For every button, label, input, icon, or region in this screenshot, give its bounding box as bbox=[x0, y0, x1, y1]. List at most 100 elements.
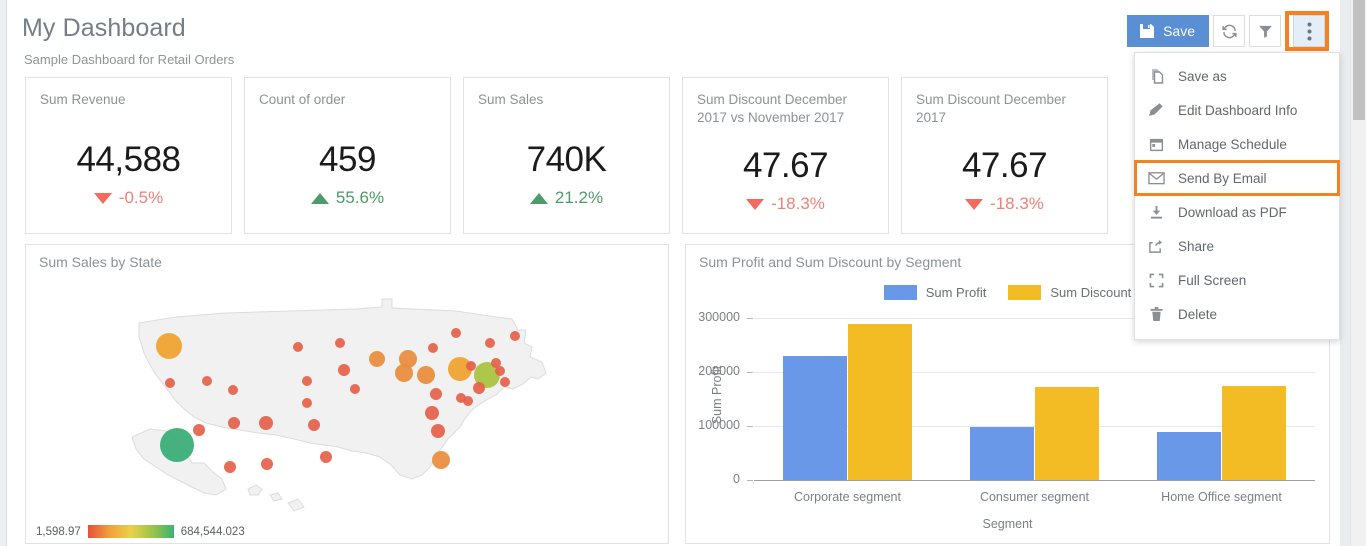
page-title: My Dashboard bbox=[22, 14, 186, 42]
kpi-title: Sum Discount December 2017 vs November 2… bbox=[697, 92, 848, 125]
trash-icon bbox=[1147, 306, 1165, 322]
menu-item-full-screen[interactable]: Full Screen bbox=[1135, 263, 1339, 297]
x-tick-label: Home Office segment bbox=[1161, 490, 1282, 504]
kpi-value: 47.67 bbox=[961, 146, 1048, 185]
kpi-title: Sum Sales bbox=[478, 92, 544, 107]
y-tickmark bbox=[747, 317, 753, 319]
kpi-delta: -18.3% bbox=[683, 194, 888, 214]
menu-item-download-as-pdf[interactable]: Download as PDF bbox=[1135, 195, 1339, 229]
menu-item-edit-dashboard-info[interactable]: Edit Dashboard Info bbox=[1135, 93, 1339, 127]
legend-max-value: 684,544.023 bbox=[180, 525, 245, 538]
legend-gradient-bar bbox=[87, 525, 174, 538]
kpi-title: Count of order bbox=[259, 92, 346, 107]
map-color-legend: 1,598.97 684,544.023 bbox=[36, 525, 245, 538]
kpi-value: 740K bbox=[526, 140, 607, 179]
bar-sum-discount-consumer-segment[interactable] bbox=[1034, 387, 1099, 480]
calendar-icon bbox=[1147, 137, 1165, 152]
kpi-delta-label: 55.6% bbox=[335, 188, 385, 207]
kpi-card-sum-revenue[interactable]: Sum Revenue 44,588 -0.5% bbox=[25, 77, 232, 234]
arrow-down-icon bbox=[93, 192, 112, 204]
menu-item-label: Download as PDF bbox=[1178, 204, 1287, 220]
page-subtitle: Sample Dashboard for Retail Orders bbox=[24, 52, 235, 67]
envelope-icon bbox=[1147, 171, 1165, 185]
kpi-value: 44,588 bbox=[76, 140, 181, 179]
menu-item-label: Edit Dashboard Info bbox=[1178, 102, 1298, 118]
kpi-card-sum-discount-dec-2017[interactable]: Sum Discount December 2017 47.67 -18.3% bbox=[901, 77, 1108, 234]
menu-item-label: Share bbox=[1178, 238, 1215, 254]
y-tick-label: 200000 bbox=[698, 363, 740, 378]
copy-page-icon bbox=[1147, 68, 1165, 84]
refresh-icon bbox=[1221, 23, 1238, 40]
fullscreen-icon bbox=[1147, 273, 1165, 288]
x-axis-line bbox=[754, 480, 1315, 481]
vertical-scrollbar[interactable] bbox=[1350, 0, 1366, 546]
menu-item-label: Send By Email bbox=[1178, 170, 1267, 186]
y-tick-label: 0 bbox=[733, 472, 740, 486]
save-button[interactable]: Save bbox=[1127, 15, 1209, 47]
download-icon bbox=[1147, 205, 1165, 220]
bar-sum-discount-home-office-segment[interactable] bbox=[1221, 386, 1286, 480]
scroll-gutter bbox=[1340, 0, 1350, 546]
kpi-value: 47.67 bbox=[742, 146, 829, 185]
menu-item-label: Delete bbox=[1178, 306, 1218, 322]
y-tickmark bbox=[747, 425, 753, 427]
kpi-delta-label: 21.2% bbox=[554, 188, 604, 207]
kpi-card-row: Sum Revenue 44,588 -0.5% Count of order … bbox=[25, 77, 1108, 234]
scrollbar-thumb[interactable] bbox=[1353, 0, 1365, 120]
menu-item-manage-schedule[interactable]: Manage Schedule bbox=[1135, 127, 1339, 161]
arrow-up-icon bbox=[529, 192, 548, 204]
refresh-button[interactable] bbox=[1213, 15, 1245, 47]
more-options-highlight bbox=[1285, 11, 1329, 51]
kpi-card-sum-sales[interactable]: Sum Sales 740K 21.2% bbox=[463, 77, 670, 234]
share-icon bbox=[1147, 239, 1165, 254]
x-tick-label: Corporate segment bbox=[793, 490, 901, 504]
kpi-value: 459 bbox=[319, 140, 376, 179]
kpi-title: Sum Discount December 2017 bbox=[916, 92, 1067, 125]
pencil-icon bbox=[1147, 102, 1165, 118]
save-button-label: Save bbox=[1163, 23, 1195, 39]
left-gutter bbox=[0, 0, 7, 546]
us-map-outline bbox=[131, 298, 547, 512]
y-tick-label: 300000 bbox=[698, 309, 740, 324]
map-panel[interactable]: Sum Sales by State 1,598.97 684,544.023 bbox=[25, 244, 669, 544]
kpi-delta: 55.6% bbox=[245, 188, 450, 208]
legend-min-value: 1,598.97 bbox=[36, 525, 81, 538]
bar-sum-profit-home-office-segment[interactable] bbox=[1156, 432, 1222, 480]
menu-item-share[interactable]: Share bbox=[1135, 229, 1339, 263]
arrow-down-icon bbox=[965, 198, 984, 210]
arrow-down-icon bbox=[746, 198, 765, 210]
kpi-title: Sum Revenue bbox=[40, 92, 126, 107]
y-tick-label: 100000 bbox=[698, 417, 740, 432]
dashboard-page: My Dashboard Sample Dashboard for Retail… bbox=[0, 0, 1366, 546]
kpi-delta: -0.5% bbox=[26, 188, 231, 208]
more-options-button[interactable] bbox=[1293, 15, 1325, 47]
dashboard-toolbar: Save bbox=[1127, 11, 1329, 51]
kpi-card-sum-discount-dec-vs-nov[interactable]: Sum Discount December 2017 vs November 2… bbox=[682, 77, 889, 234]
bar-sum-profit-consumer-segment[interactable] bbox=[969, 427, 1035, 480]
kpi-delta-label: -18.3% bbox=[771, 194, 825, 213]
dashboard-options-menu: Save as Edit Dashboard Info Manage Sched… bbox=[1134, 52, 1340, 340]
vertical-dots-icon bbox=[1307, 22, 1312, 41]
menu-item-delete[interactable]: Delete bbox=[1135, 297, 1339, 331]
filter-button[interactable] bbox=[1249, 15, 1281, 47]
bar-sum-discount-corporate-segment[interactable] bbox=[847, 324, 912, 480]
kpi-card-count-of-order[interactable]: Count of order 459 55.6% bbox=[244, 77, 451, 234]
y-tickmark bbox=[747, 480, 753, 481]
menu-item-label: Full Screen bbox=[1178, 272, 1247, 288]
x-axis-label: Segment bbox=[982, 517, 1033, 531]
bar-sum-profit-corporate-segment[interactable] bbox=[782, 355, 848, 480]
kpi-delta-label: -0.5% bbox=[118, 188, 164, 207]
menu-item-send-by-email[interactable]: Send By Email bbox=[1134, 160, 1340, 196]
filter-icon bbox=[1257, 23, 1274, 40]
menu-item-save-as[interactable]: Save as bbox=[1135, 59, 1339, 93]
kpi-delta-label: -18.3% bbox=[990, 194, 1044, 213]
floppy-disk-icon bbox=[1139, 23, 1155, 39]
arrow-up-icon bbox=[310, 192, 329, 204]
kpi-delta: 21.2% bbox=[464, 188, 669, 208]
kpi-delta: -18.3% bbox=[902, 194, 1107, 214]
menu-item-label: Save as bbox=[1178, 68, 1227, 84]
x-tick-label: Consumer segment bbox=[979, 490, 1090, 504]
menu-item-label: Manage Schedule bbox=[1178, 136, 1287, 152]
us-bubble-map[interactable] bbox=[26, 267, 668, 517]
y-tickmark bbox=[747, 371, 753, 373]
